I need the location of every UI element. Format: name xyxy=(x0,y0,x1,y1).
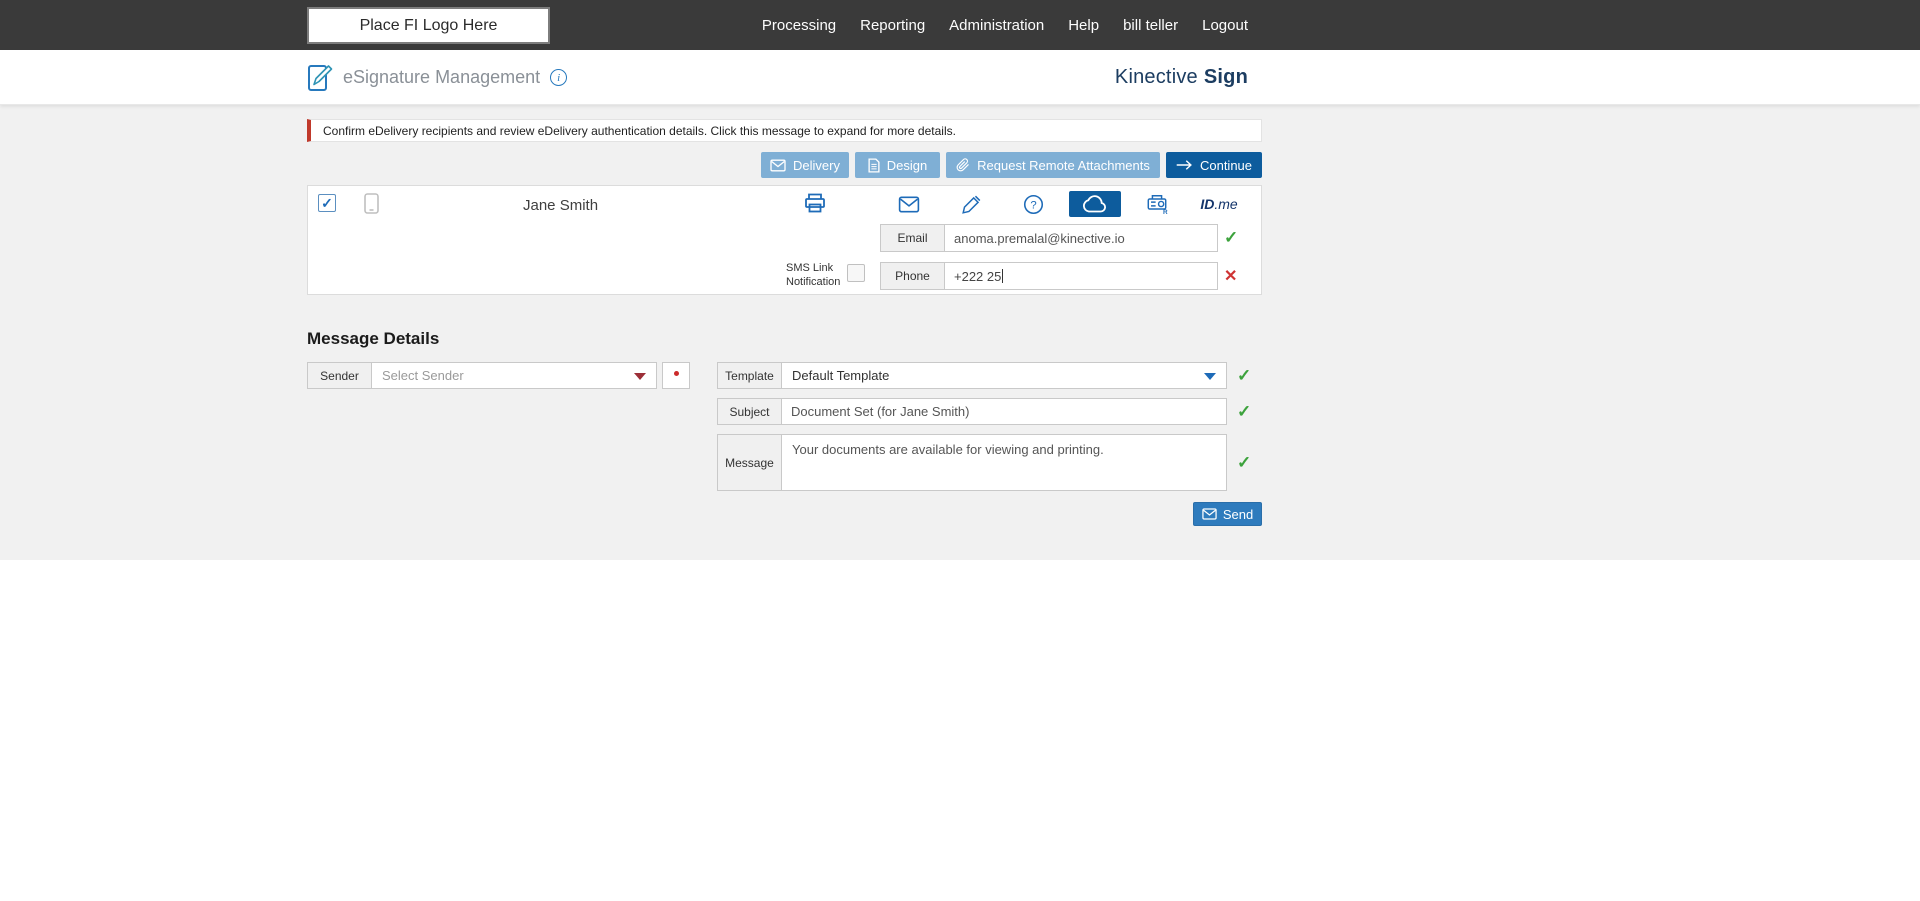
esignature-document-icon xyxy=(307,64,333,92)
svg-text:R: R xyxy=(1163,209,1168,215)
printer-icon[interactable] xyxy=(803,191,827,215)
nav-user-bill-teller[interactable]: bill teller xyxy=(1123,17,1178,34)
nav-help[interactable]: Help xyxy=(1068,17,1099,34)
sms-link-notification-label: SMS Link Notification xyxy=(786,262,841,288)
sender-required-indicator-box xyxy=(662,362,690,389)
subject-input[interactable] xyxy=(781,398,1227,425)
request-remote-attachments-button[interactable]: Request Remote Attachments xyxy=(946,152,1160,178)
design-button[interactable]: Design xyxy=(855,152,940,178)
idme-wordmark: ID.me xyxy=(1200,196,1238,212)
authentication-method-row: ? R ID.me xyxy=(878,191,1250,217)
fi-logo-placeholder: Place FI Logo Here xyxy=(307,7,550,44)
signature-pen-auth-icon[interactable] xyxy=(940,191,1002,217)
recipient-panel: ✓ Jane Smith ? R ID.me Email anoma.prema… xyxy=(307,185,1262,295)
envelope-icon xyxy=(770,159,786,172)
template-field-label: Template xyxy=(717,362,782,389)
page-header: eSignature Management i Kinective Sign xyxy=(0,50,1920,105)
email-valid-check-icon: ✓ xyxy=(1224,228,1239,247)
kinective-sign-logo: Kinective Sign xyxy=(1115,50,1248,105)
email-auth-icon[interactable] xyxy=(878,191,940,217)
edelivery-alert-banner[interactable]: Confirm eDelivery recipients and review … xyxy=(307,119,1262,142)
page-title: eSignature Management xyxy=(343,67,541,87)
message-valid-check-icon: ✓ xyxy=(1237,453,1252,472)
brand-kinective: Kinective xyxy=(1114,66,1198,88)
phone-input-value: +222 25 xyxy=(954,268,1002,284)
delivery-button[interactable]: Delivery xyxy=(761,152,849,178)
template-valid-check-icon: ✓ xyxy=(1237,366,1252,385)
chevron-down-icon xyxy=(634,373,646,380)
send-button-label: Send xyxy=(1222,506,1254,522)
nav-processing[interactable]: Processing xyxy=(762,17,836,34)
paperclip-icon xyxy=(956,158,970,172)
svg-text:?: ? xyxy=(1030,199,1036,211)
esignature-management-page: Place FI Logo Here Processing Reporting … xyxy=(0,0,1920,901)
mobile-device-icon xyxy=(364,193,379,214)
sender-select-placeholder: Select Sender xyxy=(382,368,464,383)
phone-invalid-cross-icon: ✕ xyxy=(1224,268,1238,285)
top-navigation-bar: Place FI Logo Here Processing Reporting … xyxy=(0,0,1920,50)
sender-select[interactable]: Select Sender xyxy=(371,362,657,389)
message-field-label: Message xyxy=(717,434,782,491)
required-dot-icon xyxy=(673,371,679,376)
security-question-auth-icon[interactable]: ? xyxy=(1002,191,1064,217)
brand-sign: Sign xyxy=(1203,66,1248,88)
continue-button-label: Continue xyxy=(1199,157,1253,173)
top-nav: Processing Reporting Administration Help… xyxy=(762,0,1248,50)
template-select-value: Default Template xyxy=(792,368,890,383)
subject-valid-check-icon: ✓ xyxy=(1237,402,1252,421)
template-select[interactable]: Default Template xyxy=(781,362,1227,389)
phone-field-label: Phone xyxy=(880,262,945,290)
email-field-label: Email xyxy=(880,224,945,252)
nav-administration[interactable]: Administration xyxy=(949,17,1044,34)
chevron-down-icon xyxy=(1204,373,1216,380)
nav-logout[interactable]: Logout xyxy=(1202,17,1248,34)
idme-auth-logo[interactable]: ID.me xyxy=(1188,191,1250,217)
design-button-label: Design xyxy=(886,157,928,173)
send-button[interactable]: Send xyxy=(1193,502,1262,526)
email-input[interactable] xyxy=(944,224,1218,252)
nav-reporting[interactable]: Reporting xyxy=(860,17,925,34)
delivery-button-label: Delivery xyxy=(793,157,840,173)
cloud-auth-icon-selected[interactable] xyxy=(1069,191,1121,217)
message-details-heading: Message Details xyxy=(307,329,440,348)
remote-printer-auth-icon[interactable]: R xyxy=(1126,191,1188,217)
message-textarea[interactable]: Your documents are available for viewing… xyxy=(781,434,1227,491)
continue-button[interactable]: Continue xyxy=(1166,152,1262,178)
document-icon xyxy=(868,157,880,173)
recipient-name: Jane Smith xyxy=(523,197,599,214)
info-icon[interactable]: i xyxy=(550,69,568,86)
page-title-group: eSignature Management i xyxy=(307,50,568,105)
recipient-checkbox[interactable]: ✓ xyxy=(318,194,336,212)
request-remote-attachments-label: Request Remote Attachments xyxy=(977,157,1150,173)
text-caret xyxy=(1002,269,1004,283)
send-envelope-icon xyxy=(1202,508,1217,520)
sender-field-label: Sender xyxy=(307,362,372,389)
arrow-right-icon xyxy=(1176,159,1193,171)
action-toolbar: Delivery Design Request Remote Attachmen… xyxy=(307,152,1262,178)
sms-link-notification-checkbox[interactable] xyxy=(847,264,865,282)
phone-input[interactable]: +222 25 xyxy=(944,262,1218,290)
subject-field-label: Subject xyxy=(717,398,782,425)
